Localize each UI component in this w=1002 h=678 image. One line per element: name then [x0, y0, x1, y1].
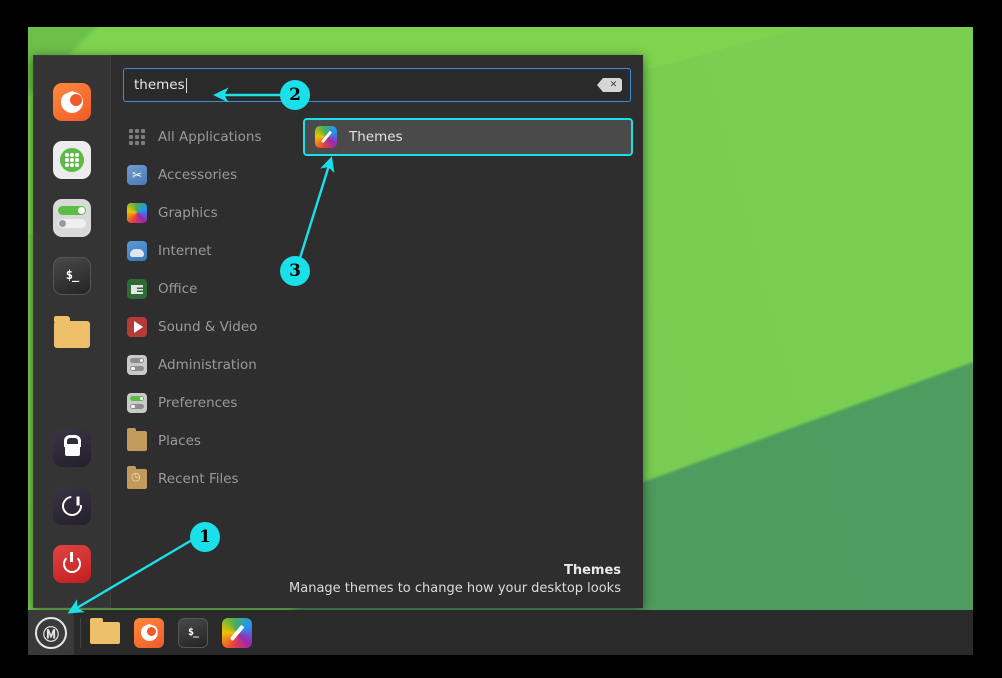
- launcher-terminal-icon[interactable]: $_: [178, 618, 208, 648]
- taskbar-launchers: $_: [90, 618, 252, 648]
- category-item-sound-video[interactable]: Sound & Video: [123, 308, 295, 346]
- result-item-label: Themes: [349, 129, 403, 145]
- menu-main-area: themes ✕ All Applications ✂ Accessories: [111, 55, 643, 608]
- category-label: Graphics: [158, 205, 218, 221]
- color-wheel-icon: [127, 203, 147, 223]
- category-list: All Applications ✂ Accessories Graphics …: [123, 116, 295, 563]
- server-icon: [127, 355, 147, 375]
- menu-body: All Applications ✂ Accessories Graphics …: [123, 116, 631, 563]
- folder-icon: [127, 431, 147, 451]
- screenshot-root: $_ themes ✕: [0, 0, 1002, 678]
- mint-menu-window: $_ themes ✕: [33, 55, 643, 608]
- search-input-value: themes: [134, 77, 185, 93]
- launcher-themes-icon[interactable]: [222, 618, 252, 648]
- toggles-icon: [127, 393, 147, 413]
- selection-description: Themes Manage themes to change how your …: [123, 563, 631, 608]
- category-label: Accessories: [158, 167, 237, 183]
- favorite-files-icon[interactable]: [53, 315, 91, 353]
- favorite-lock-screen-icon[interactable]: [53, 429, 91, 467]
- result-item-themes[interactable]: Themes: [305, 120, 631, 154]
- category-label: Recent Files: [158, 471, 239, 487]
- category-item-office[interactable]: Office: [123, 270, 295, 308]
- category-item-preferences[interactable]: Preferences: [123, 384, 295, 422]
- category-item-accessories[interactable]: ✂ Accessories: [123, 156, 295, 194]
- toggle-off-icon: [58, 219, 86, 228]
- favorite-firefox-icon[interactable]: [53, 83, 91, 121]
- category-label: Preferences: [158, 395, 237, 411]
- search-row: themes ✕: [123, 68, 631, 102]
- launcher-firefox-icon[interactable]: [134, 618, 164, 648]
- category-label: Sound & Video: [158, 319, 257, 335]
- category-label: Places: [158, 433, 201, 449]
- category-label: Internet: [158, 243, 212, 259]
- category-label: Administration: [158, 357, 257, 373]
- description-subtitle: Manage themes to change how your desktop…: [123, 581, 621, 596]
- taskbar-separator: [80, 618, 81, 648]
- favorite-logout-icon[interactable]: [53, 487, 91, 525]
- scissors-icon: ✂: [127, 165, 147, 185]
- category-label: All Applications: [158, 129, 262, 145]
- taskbar: Ⓜ $_: [28, 610, 973, 655]
- favorite-system-settings-icon[interactable]: [53, 199, 91, 237]
- category-label: Office: [158, 281, 197, 297]
- category-item-recent-files[interactable]: Recent Files: [123, 460, 295, 498]
- document-icon: [127, 279, 147, 299]
- text-caret: [186, 78, 187, 93]
- favorite-terminal-icon[interactable]: $_: [53, 257, 91, 295]
- launcher-files-icon[interactable]: [90, 618, 120, 648]
- grid-dots-icon: [60, 148, 84, 172]
- search-results-list: Themes: [295, 116, 631, 563]
- play-icon: [127, 317, 147, 337]
- description-title: Themes: [123, 563, 621, 578]
- themes-paintbrush-icon: [315, 126, 337, 148]
- toggle-on-icon: [58, 206, 86, 215]
- category-item-all-applications[interactable]: All Applications: [123, 118, 295, 156]
- category-item-graphics[interactable]: Graphics: [123, 194, 295, 232]
- favorites-sidebar: $_: [33, 55, 111, 608]
- linux-mint-logo-icon: Ⓜ: [35, 617, 67, 649]
- menu-button[interactable]: Ⓜ: [28, 610, 74, 655]
- cloud-icon: [127, 241, 147, 261]
- grid-icon: [127, 127, 147, 147]
- category-item-administration[interactable]: Administration: [123, 346, 295, 384]
- category-item-places[interactable]: Places: [123, 422, 295, 460]
- folder-clock-icon: [127, 469, 147, 489]
- search-input[interactable]: themes ✕: [123, 68, 631, 102]
- favorite-quit-icon[interactable]: [53, 545, 91, 583]
- favorite-software-manager-icon[interactable]: [53, 141, 91, 179]
- category-item-internet[interactable]: Internet: [123, 232, 295, 270]
- clear-search-icon[interactable]: ✕: [602, 78, 622, 92]
